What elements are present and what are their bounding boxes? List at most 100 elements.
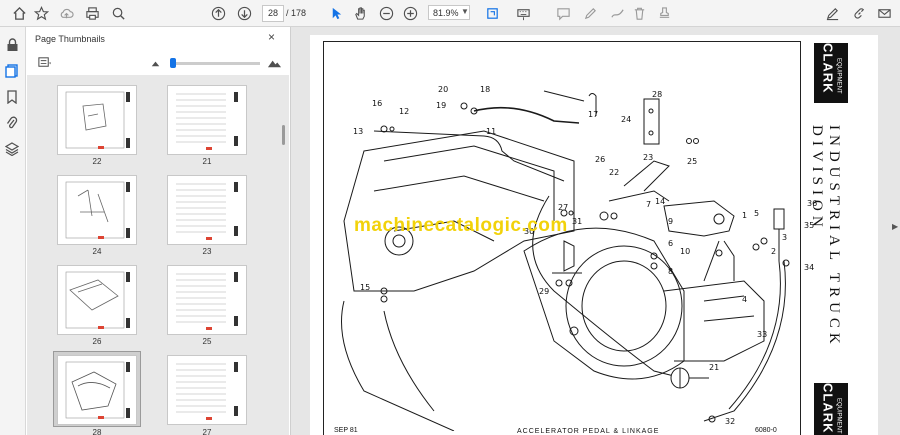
draw-icon[interactable] <box>607 3 627 23</box>
callout-label: 28 <box>652 90 663 99</box>
callout-label: 6 <box>668 239 674 248</box>
expand-panel-arrow-icon[interactable]: ▶ <box>892 222 898 231</box>
zoom-dropdown-caret-icon[interactable]: ▼ <box>461 7 469 16</box>
thumbnail-page-28[interactable] <box>57 355 137 425</box>
thumbnail-page-21[interactable] <box>167 85 247 155</box>
envelope-icon[interactable] <box>874 3 894 23</box>
previous-page-icon[interactable] <box>208 3 228 23</box>
callout-label: 26 <box>595 155 606 164</box>
callout-label: 33 <box>757 330 768 339</box>
select-cursor-icon[interactable] <box>326 3 346 23</box>
footer-date: SEP 81 <box>334 427 358 434</box>
logo-subtext: EQUIPMENT <box>835 57 842 94</box>
callout-label: 32 <box>725 417 736 426</box>
lock-icon[interactable] <box>4 37 20 53</box>
logo-subtext: EQUIPMENT <box>835 397 842 434</box>
callout-label: 20 <box>438 85 449 94</box>
callout-label: 2 <box>771 247 777 256</box>
cloud-upload-icon[interactable] <box>56 3 76 23</box>
thumbnail-page-26[interactable] <box>57 265 137 335</box>
home-icon[interactable] <box>9 3 29 23</box>
callout-label: 19 <box>436 101 447 110</box>
callout-label: 12 <box>399 107 410 116</box>
footer-code: 6080-0 <box>755 427 777 434</box>
callout-label: 22 <box>609 168 620 177</box>
footer-caption: ACCELERATOR PEDAL & LINKAGE <box>517 428 660 435</box>
page-number-input[interactable]: 28 <box>262 5 284 22</box>
thumbnail-enlarge-icon[interactable] <box>264 52 284 72</box>
thumbnail-label: 21 <box>202 157 212 166</box>
thumbnail-page-24[interactable] <box>57 175 137 245</box>
document-view[interactable]: 16 12 13 20 19 18 11 17 28 24 23 25 22 2… <box>291 27 900 435</box>
print-icon[interactable] <box>82 3 102 23</box>
share-link-icon[interactable] <box>849 3 869 23</box>
zoom-in-icon[interactable] <box>400 3 420 23</box>
callout-label: 18 <box>480 85 491 94</box>
callout-label: 1 <box>742 211 748 220</box>
callout-label: 17 <box>588 110 599 119</box>
thumbnail-page-23[interactable] <box>167 175 247 245</box>
callout-label: 3 <box>782 233 788 242</box>
thumbnail-slider-handle[interactable] <box>170 58 176 68</box>
thumbnail-label: 23 <box>202 247 212 256</box>
delete-trash-icon[interactable] <box>629 3 649 23</box>
page-thumbnails-icon[interactable] <box>4 63 20 79</box>
stamp-icon[interactable] <box>654 3 674 23</box>
callout-label: 27 <box>558 203 569 212</box>
hand-tool-icon[interactable] <box>350 3 370 23</box>
next-page-icon[interactable] <box>234 3 254 23</box>
callout-label: 5 <box>754 209 760 218</box>
keyboard-icon[interactable] <box>513 3 533 23</box>
highlight-pen-icon[interactable] <box>580 3 600 23</box>
thumbnail-page-27[interactable] <box>167 355 247 425</box>
pdf-page: 16 12 13 20 19 18 11 17 28 24 23 25 22 2… <box>310 35 878 435</box>
thumbnail-label: 24 <box>92 247 102 256</box>
thumbnail-label: 25 <box>202 337 212 346</box>
thumbnail-label: 26 <box>92 337 102 346</box>
attachment-icon[interactable] <box>4 115 20 131</box>
clark-logo-top: CLARKEQUIPMENT <box>814 43 848 103</box>
bookmark-icon[interactable] <box>4 89 20 105</box>
logo-text: CLARK <box>820 383 836 434</box>
thumbnail-scrollbar[interactable] <box>282 125 285 145</box>
find-zoom-icon[interactable] <box>108 3 128 23</box>
main-toolbar: 28 / 178 81.9% ▼ <box>0 0 900 27</box>
callout-label: 21 <box>709 363 720 372</box>
clark-logo-bottom: CLARKEQUIPMENT <box>814 383 848 435</box>
thumbnail-shrink-icon[interactable] <box>145 52 165 72</box>
thumbnail-options-icon[interactable] <box>34 52 54 72</box>
callout-label: 7 <box>646 200 652 209</box>
close-panel-icon[interactable]: × <box>268 30 275 44</box>
callout-label: 16 <box>372 99 383 108</box>
thumbnail-size-slider[interactable] <box>170 62 260 65</box>
callout-label: 4 <box>742 295 748 304</box>
callout-label: 9 <box>668 217 674 226</box>
callout-label: 11 <box>486 127 497 136</box>
thumbnail-list[interactable]: 22 21 24 23 26 25 28 27 <box>27 75 289 435</box>
callout-label: 29 <box>539 287 550 296</box>
callout-label: 31 <box>572 217 583 226</box>
thumbnail-label: 28 <box>92 428 102 435</box>
logo-text: CLARK <box>820 43 836 94</box>
callout-label: 34 <box>804 263 815 272</box>
layers-icon[interactable] <box>4 141 20 157</box>
callout-label: 13 <box>353 127 364 136</box>
callout-label: 25 <box>687 157 698 166</box>
thumbnail-page-22[interactable] <box>57 85 137 155</box>
fill-sign-icon[interactable] <box>822 3 842 23</box>
watermark-text: machinecatalogic.com <box>354 215 568 236</box>
left-navigation-bar <box>0 27 26 435</box>
callout-label: 23 <box>643 153 654 162</box>
callout-label: 10 <box>680 247 691 256</box>
thumbnail-label: 22 <box>92 157 102 166</box>
bookmark-star-icon[interactable] <box>31 3 51 23</box>
zoom-out-icon[interactable] <box>376 3 396 23</box>
thumbnail-label: 27 <box>202 428 212 435</box>
panel-title: Page Thumbnails <box>35 34 105 44</box>
callout-label: 8 <box>668 267 674 276</box>
fit-page-icon[interactable] <box>482 3 502 23</box>
callout-label: 14 <box>655 197 666 206</box>
callout-label: 24 <box>621 115 632 124</box>
thumbnail-page-25[interactable] <box>167 265 247 335</box>
comment-icon[interactable] <box>553 3 573 23</box>
